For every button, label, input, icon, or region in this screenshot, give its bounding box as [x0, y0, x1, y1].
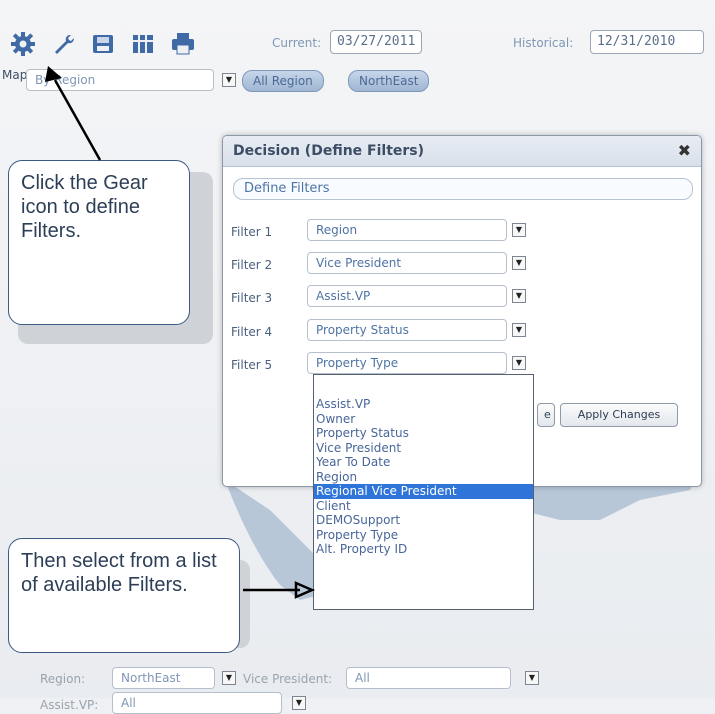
historical-date-label: Historical: — [513, 36, 574, 50]
filter-label: Filter 3 — [231, 291, 273, 305]
filter-1-select[interactable]: Region — [307, 219, 507, 241]
print-icon[interactable] — [168, 31, 198, 57]
current-date-label: Current: — [272, 36, 322, 50]
historical-date-input[interactable]: 12/31/2010 — [590, 30, 704, 54]
assist-vp-select[interactable]: All — [112, 692, 282, 714]
region-select[interactable]: NorthEast — [112, 667, 215, 689]
list-item[interactable]: Property Type — [314, 528, 533, 543]
filter-label: Filter 2 — [231, 258, 273, 272]
list-item[interactable]: DEMOSupport — [314, 513, 533, 528]
gear-icon[interactable] — [8, 31, 38, 57]
save-icon[interactable] — [88, 31, 118, 57]
assist-vp-label: Assist.VP: — [40, 698, 99, 712]
filter-2-select[interactable]: Vice President — [307, 252, 507, 274]
filter-row-4: Filter 4 — [231, 320, 309, 344]
dialog-header: Decision (Define Filters) ✖ — [223, 136, 701, 167]
vp-select[interactable]: All — [346, 667, 511, 689]
wrench-icon[interactable] — [48, 31, 78, 57]
map-select[interactable]: By Region — [26, 69, 214, 91]
vp-label: Vice President: — [243, 672, 333, 686]
map-select-dropdown-button[interactable]: ▼ — [222, 73, 236, 87]
list-item[interactable]: Owner — [314, 412, 533, 427]
toolbar — [8, 30, 198, 58]
breadcrumb-northeast[interactable]: NorthEast — [348, 70, 430, 92]
filter-options-list[interactable]: Assist.VP Owner Property Status Vice Pre… — [313, 374, 534, 610]
filter-row-5: Filter 5 — [231, 353, 309, 377]
breadcrumb-all-region[interactable]: All Region — [242, 70, 324, 92]
list-item[interactable]: Assist.VP — [314, 397, 533, 412]
callout-gear: Click the Gear icon to define Filters. — [8, 160, 190, 325]
list-item[interactable]: Client — [314, 499, 533, 514]
map-label: Map — [2, 68, 28, 82]
list-item[interactable]: Vice President — [314, 441, 533, 456]
list-item[interactable]: Property Status — [314, 426, 533, 441]
filter-1-dropdown-button[interactable]: ▼ — [512, 223, 526, 237]
close-icon[interactable]: ✖ — [678, 136, 691, 166]
filter-label: Filter 5 — [231, 358, 273, 372]
apply-changes-button[interactable]: Apply Changes — [560, 403, 678, 427]
filter-4-dropdown-button[interactable]: ▼ — [512, 323, 526, 337]
vp-dropdown-button[interactable]: ▼ — [525, 671, 539, 685]
region-label: Region: — [40, 672, 86, 686]
filter-row-3: Filter 3 — [231, 286, 309, 310]
filter-2-dropdown-button[interactable]: ▼ — [512, 256, 526, 270]
callout-filters: Then select from a list of available Fil… — [8, 538, 240, 653]
tab-define-filters[interactable]: Define Filters — [233, 178, 693, 200]
list-item[interactable] — [314, 375, 533, 397]
list-item[interactable]: Year To Date — [314, 455, 533, 470]
list-item[interactable]: Alt. Property ID — [314, 542, 533, 557]
list-item-selected[interactable]: Regional Vice President — [314, 484, 533, 499]
region-dropdown-button[interactable]: ▼ — [222, 671, 236, 685]
filter-5-dropdown-button[interactable]: ▼ — [512, 356, 526, 370]
filter-3-select[interactable]: Assist.VP — [307, 285, 507, 307]
assist-vp-dropdown-button[interactable]: ▼ — [292, 696, 306, 710]
filter-row-1: Filter 1 — [231, 220, 309, 244]
dialog-title: Decision (Define Filters) — [233, 143, 425, 159]
partial-button[interactable]: e — [537, 403, 555, 427]
current-date-input[interactable]: 03/27/2011 — [330, 30, 422, 54]
list-item[interactable]: Region — [314, 470, 533, 485]
filter-4-select[interactable]: Property Status — [307, 319, 507, 341]
filter-label: Filter 4 — [231, 325, 273, 339]
filter-5-select[interactable]: Property Type — [307, 352, 507, 374]
filter-label: Filter 1 — [231, 225, 273, 239]
filter-3-dropdown-button[interactable]: ▼ — [512, 289, 526, 303]
columns-icon[interactable] — [128, 31, 158, 57]
filter-row-2: Filter 2 — [231, 253, 309, 277]
